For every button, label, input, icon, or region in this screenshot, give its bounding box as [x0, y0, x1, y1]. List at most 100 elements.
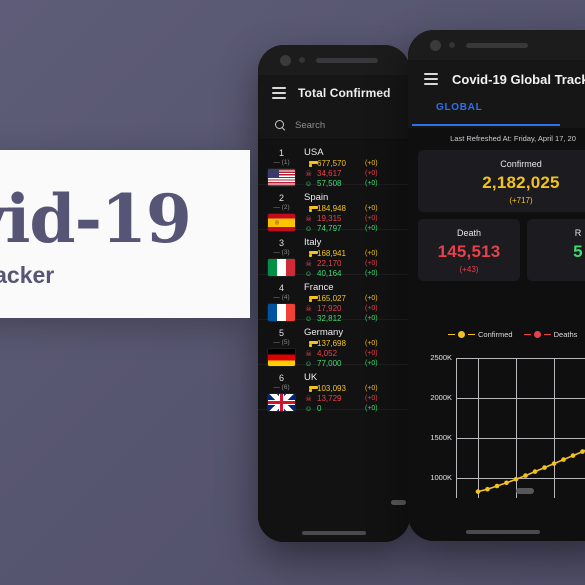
country-name: USA [304, 147, 324, 158]
recovered-stat: ☺ 32,812 (+0) [304, 314, 406, 324]
confirmed-delta: (+0) [365, 205, 378, 212]
country-row[interactable]: 5 — (5) Germany 137,698 (+0) ☠ 4,052 (+0… [258, 320, 410, 368]
confirmed-stat: 184,948 (+0) [304, 204, 406, 214]
confirmed-stat: 168,941 (+0) [304, 249, 406, 259]
spain-flag [268, 214, 295, 231]
legend-item[interactable]: Deaths [523, 330, 578, 339]
phone-middle-screen: Total Confirmed Search 1 — (1) USA 677,5… [258, 45, 410, 542]
confirmed-delta: (+0) [365, 385, 378, 392]
confirmed-stat: 103,093 (+0) [304, 384, 406, 394]
recovered-stat: ☺ 0 (+0) [304, 404, 406, 414]
country-row[interactable]: 1 — (1) USA 677,570 (+0) ☠ 34,617 (+0) ☺… [258, 140, 410, 188]
person-check-icon: ☺ [304, 179, 313, 188]
stat-card-label: Confirmed [500, 159, 542, 169]
deaths-stat: ☠ 4,052 (+0) [304, 349, 406, 359]
recovered-value: 77,000 [317, 359, 342, 368]
confirmed-delta: (+0) [365, 340, 378, 347]
phone-front-screen: Covid-19 Global Track GLOBAL Last Refres… [408, 30, 585, 541]
stat-card-confirmed[interactable]: Confirmed 2,182,025 (+717) [418, 150, 585, 212]
confirmed-delta: (+0) [365, 160, 378, 167]
page-title: Total Confirmed [298, 86, 391, 100]
country-row[interactable]: 4 — (4) France 165,027 (+0) ☠ 17,920 (+0… [258, 275, 410, 323]
rank-number: 6 [278, 373, 284, 383]
skull-icon: ☠ [305, 259, 312, 268]
person-check-icon: ☺ [304, 314, 313, 323]
front-appbar: Covid-19 Global Track [408, 60, 585, 98]
legend-label: Deaths [553, 330, 578, 339]
confirmed-delta: (+0) [365, 295, 378, 302]
hamburger-icon[interactable] [424, 73, 438, 85]
chart-plot-area [456, 358, 585, 498]
hamburger-icon[interactable] [272, 87, 286, 99]
stat-card-death[interactable]: Death 145,513 (+43) [418, 219, 520, 281]
country-row[interactable]: 2 — (2) Spain 184,948 (+0) ☠ 19,315 (+0)… [258, 185, 410, 233]
y-axis-tick-label: 2500K [430, 353, 452, 362]
tab-indicator [412, 124, 560, 126]
legend-dash [468, 333, 475, 336]
stat-card-recovered[interactable]: R 5 [527, 219, 585, 281]
legend-label: Confirmed [478, 330, 513, 339]
page-title: Covid-19 Global Track [452, 71, 585, 87]
recovered-stat: ☺ 74,797 (+0) [304, 224, 406, 234]
recovered-value: 57,508 [317, 179, 342, 188]
confirmed-stat: 677,570 (+0) [304, 159, 406, 169]
banner-subtitle: iTracker [0, 262, 55, 288]
skull-icon: ☠ [305, 214, 312, 223]
tab-global[interactable]: GLOBAL [436, 102, 482, 113]
rank-cell: 1 — (1) [265, 147, 298, 186]
rank-number: 4 [278, 283, 284, 293]
country-stats: Spain 184,948 (+0) ☠ 19,315 (+0) ☺ 74,79… [304, 192, 406, 234]
country-list[interactable]: 1 — (1) USA 677,570 (+0) ☠ 34,617 (+0) ☺… [258, 140, 410, 542]
y-axis-tick-label: 1000K [430, 473, 452, 482]
skull-icon: ☠ [305, 394, 312, 403]
deaths-delta: (+0) [365, 215, 378, 222]
deaths-delta: (+0) [365, 350, 378, 357]
stat-card-value: 2,182,025 [482, 173, 560, 192]
country-stats: Germany 137,698 (+0) ☠ 4,052 (+0) ☺ 77,0… [304, 327, 406, 369]
title-banner: vid-19 iTracker [0, 150, 250, 318]
deaths-stat: ☠ 34,617 (+0) [304, 169, 406, 179]
last-refreshed-label: Last Refreshed At: Friday, April 17, 20 [450, 134, 576, 143]
stat-card-value: 145,513 [437, 242, 501, 261]
list-scrollbar-thumb[interactable] [391, 500, 406, 505]
search-input[interactable]: Search [295, 120, 325, 131]
confirmed-delta: (+0) [365, 250, 378, 257]
country-row[interactable]: 3 — (3) Italy 168,941 (+0) ☠ 22,170 (+0)… [258, 230, 410, 278]
speaker-grille [316, 57, 378, 63]
recovered-delta: (+0) [365, 270, 378, 277]
confirmed-value: 168,941 [317, 249, 346, 258]
legend-dash [448, 333, 455, 336]
confirmed-stat: 165,027 (+0) [304, 294, 406, 304]
phone-front: Covid-19 Global Track GLOBAL Last Refres… [408, 30, 585, 541]
rank-change: — (1) [273, 159, 290, 166]
rank-number: 3 [278, 238, 284, 248]
skull-icon: ☠ [305, 169, 312, 178]
rank-cell: 5 — (5) [265, 327, 298, 366]
deaths-stat: ☠ 13,729 (+0) [304, 394, 406, 404]
legend-dash [543, 333, 551, 336]
recovered-stat: ☺ 77,000 (+0) [304, 359, 406, 369]
legend-marker [533, 331, 541, 338]
rank-number: 1 [278, 148, 284, 158]
country-stats: USA 677,570 (+0) ☠ 34,617 (+0) ☺ 57,508 … [304, 147, 406, 189]
person-check-icon: ☺ [304, 224, 313, 233]
rank-cell: 4 — (4) [265, 282, 298, 321]
chart-scrollbar-thumb[interactable] [516, 488, 534, 494]
search-bar[interactable]: Search [258, 111, 410, 139]
home-indicator [466, 530, 540, 534]
stat-card-value: 5 [573, 242, 583, 261]
legend-item[interactable]: Confirmed [448, 330, 513, 339]
rank-change: — (4) [273, 294, 290, 301]
rank-number: 2 [278, 193, 284, 203]
country-row[interactable]: 6 — (6) UK 103,093 (+0) ☠ 13,729 (+0) ☺ … [258, 365, 410, 413]
confirmed-value: 677,570 [317, 159, 346, 168]
deaths-value: 17,920 [317, 304, 342, 313]
country-name: Italy [304, 237, 322, 248]
chart-legend: Confirmed Deaths [448, 330, 585, 339]
country-name: UK [304, 372, 318, 383]
stat-card-delta: (+717) [509, 196, 533, 205]
home-indicator [302, 531, 366, 535]
rank-change: — (6) [273, 384, 290, 391]
recovered-value: 74,797 [317, 224, 342, 233]
country-stats: France 165,027 (+0) ☠ 17,920 (+0) ☺ 32,8… [304, 282, 406, 324]
